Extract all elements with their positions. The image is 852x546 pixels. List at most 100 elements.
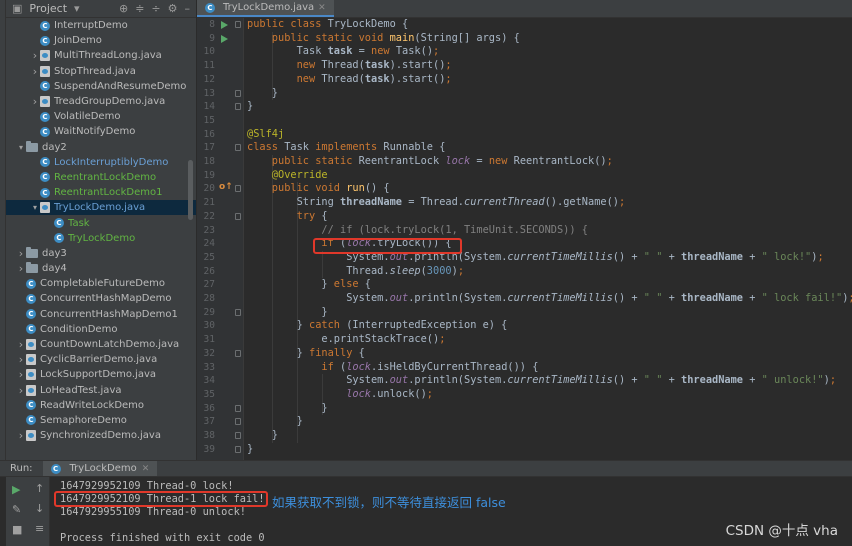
- project-view-icon[interactable]: ▣: [12, 2, 22, 15]
- close-icon[interactable]: ✕: [318, 3, 326, 13]
- fold-icon[interactable]: [235, 144, 241, 152]
- chevron-right-icon[interactable]: ›: [16, 384, 26, 397]
- chevron-right-icon[interactable]: ›: [30, 49, 40, 62]
- line-number: 8: [209, 19, 215, 30]
- chevron-down-icon[interactable]: ▾: [74, 2, 80, 15]
- tree-item[interactable]: › CyclicBarrierDemo.java: [6, 352, 196, 367]
- line-number: 34: [203, 375, 215, 387]
- tree-item[interactable]: › TreadGroupDemo.java: [6, 94, 196, 109]
- code-line: new Thread(task).start();: [247, 59, 452, 73]
- fold-icon[interactable]: [235, 432, 241, 439]
- class-icon: C: [40, 157, 50, 168]
- tree-item-label: InterruptDemo: [54, 20, 128, 32]
- code-line: public static void main(String[] args) {: [247, 32, 520, 46]
- scroll-up-icon[interactable]: ↑: [35, 482, 44, 495]
- tree-item[interactable]: › LockSupportDemo.java: [6, 367, 196, 382]
- class-icon: C: [40, 126, 50, 137]
- project-panel-header: ▣ Project ▾ ⊕ ≑ ÷ ⚙ –: [6, 0, 196, 18]
- tree-item[interactable]: C CompletableFutureDemo: [6, 276, 196, 291]
- fold-icon[interactable]: [235, 212, 241, 220]
- close-icon[interactable]: ✕: [142, 464, 150, 474]
- tree-item[interactable]: C ReentrantLockDemo: [6, 170, 196, 185]
- project-panel-title[interactable]: Project: [29, 2, 67, 15]
- code-token: new: [247, 72, 322, 85]
- fold-icon[interactable]: [235, 418, 241, 426]
- tree-item[interactable]: › SynchronizedDemo.java: [6, 428, 196, 443]
- tree-item[interactable]: C LockInterruptiblyDemo: [6, 155, 196, 170]
- code-token: .println(System.: [408, 292, 508, 304]
- minimize-icon[interactable]: –: [185, 2, 191, 15]
- tree-item[interactable]: C SemaphoreDemo: [6, 413, 196, 428]
- fold-icon[interactable]: [235, 89, 241, 97]
- tree-item[interactable]: C JoinDemo: [6, 33, 196, 48]
- tree-item[interactable]: C InterruptDemo: [6, 18, 196, 33]
- scroll-down-icon[interactable]: ↓: [35, 502, 44, 515]
- tree-item-label: day3: [42, 247, 67, 259]
- tree-item[interactable]: C ReentrantLockDemo1: [6, 185, 196, 200]
- gear-icon[interactable]: ⚙: [168, 2, 178, 15]
- target-icon[interactable]: ⊕: [119, 2, 128, 15]
- chevron-down-icon[interactable]: ▾: [30, 203, 40, 212]
- soft-wrap-icon[interactable]: ≡: [35, 522, 44, 535]
- tree-item[interactable]: ▾ day2: [6, 140, 196, 155]
- tab-trylockdemo[interactable]: C TryLockDemo.java ✕: [197, 0, 334, 17]
- fold-icon[interactable]: [235, 445, 241, 453]
- tree-item[interactable]: C ReadWriteLockDemo: [6, 398, 196, 413]
- tree-item[interactable]: C ConcurrentHashMapDemo1: [6, 307, 196, 322]
- expand-all-icon[interactable]: ÷: [151, 2, 160, 15]
- tree-item[interactable]: ▾ TryLockDemo.java: [6, 200, 196, 216]
- code-line: }: [247, 87, 278, 101]
- chevron-down-icon[interactable]: ▾: [16, 143, 26, 152]
- tree-item-label: MultiThreadLong.java: [54, 50, 162, 62]
- collapse-all-icon[interactable]: ≑: [135, 2, 144, 15]
- code-token: " lock!": [761, 250, 812, 263]
- code-line: lock.unlock();: [247, 388, 433, 402]
- run-gutter-icon[interactable]: [221, 21, 228, 29]
- tree-item[interactable]: C SuspendAndResumeDemo: [6, 79, 196, 94]
- tree-item[interactable]: C VolatileDemo: [6, 109, 196, 124]
- tree-item[interactable]: › CountDownLatchDemo.java: [6, 337, 196, 352]
- code-token: }: [247, 305, 328, 318]
- fold-icon[interactable]: [235, 103, 241, 111]
- run-config-tab[interactable]: C TryLockDemo ✕: [42, 461, 158, 476]
- chevron-right-icon[interactable]: ›: [16, 247, 26, 260]
- override-icon[interactable]: o↑: [219, 182, 233, 192]
- tree-item[interactable]: › day4: [6, 261, 196, 276]
- tree-item-label: ConditionDemo: [40, 323, 118, 335]
- tree-item[interactable]: C ConditionDemo: [6, 322, 196, 337]
- tree-item[interactable]: C Task: [6, 215, 196, 230]
- code-token: () +: [612, 374, 644, 387]
- chevron-right-icon[interactable]: ›: [16, 338, 26, 351]
- editor-tab-bar: C TryLockDemo.java ✕: [197, 0, 852, 18]
- chevron-right-icon[interactable]: ›: [16, 353, 26, 366]
- fold-icon[interactable]: [235, 349, 241, 357]
- fold-icon[interactable]: [235, 21, 241, 28]
- stop-icon[interactable]: ■: [12, 523, 22, 536]
- chevron-right-icon[interactable]: ›: [16, 429, 26, 442]
- tree-item[interactable]: C WaitNotifyDemo: [6, 124, 196, 139]
- chevron-right-icon[interactable]: ›: [16, 368, 26, 381]
- wrench-icon[interactable]: ✎: [12, 503, 21, 516]
- run-gutter-icon[interactable]: [221, 34, 228, 43]
- tree-item[interactable]: › MultiThreadLong.java: [6, 48, 196, 63]
- chevron-right-icon[interactable]: ›: [30, 65, 40, 78]
- fold-icon[interactable]: [235, 404, 241, 412]
- fold-icon[interactable]: [235, 308, 241, 316]
- rerun-icon[interactable]: ▶: [12, 483, 20, 496]
- tree-item[interactable]: C TryLockDemo: [6, 231, 196, 246]
- tree-item[interactable]: C ConcurrentHashMapDemo: [6, 291, 196, 306]
- chevron-right-icon[interactable]: ›: [30, 95, 40, 108]
- chevron-right-icon[interactable]: ›: [16, 262, 26, 275]
- tree-item[interactable]: › StopThread.java: [6, 64, 196, 79]
- tree-item[interactable]: › LoHeadTest.java: [6, 383, 196, 398]
- java-file-icon: [26, 339, 36, 351]
- fold-icon[interactable]: [235, 185, 241, 193]
- line-number: 28: [203, 293, 215, 304]
- code-token: Task: [284, 141, 316, 154]
- code-token: Thread(: [321, 59, 365, 72]
- code-line: } finally {: [247, 347, 365, 361]
- tree-item[interactable]: › day3: [6, 246, 196, 261]
- code-token: +: [743, 292, 762, 304]
- class-icon: C: [26, 293, 36, 304]
- project-scrollbar[interactable]: [188, 160, 193, 220]
